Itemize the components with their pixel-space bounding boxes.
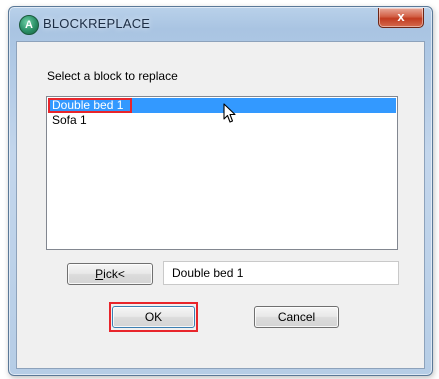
block-listbox[interactable]: Double bed 1 Sofa 1	[46, 96, 398, 250]
select-block-label: Select a block to replace	[47, 69, 178, 83]
list-item-sofa-1[interactable]: Sofa 1	[48, 113, 396, 128]
close-icon: x	[397, 9, 405, 24]
list-item-double-bed-1[interactable]: Double bed 1	[48, 98, 396, 113]
autocad-logo-icon: A	[19, 15, 39, 35]
pick-label-rest: ick<	[103, 267, 125, 281]
title-bar[interactable]: A BLOCKREPLACE x	[9, 7, 432, 41]
mouse-pointer-icon	[223, 103, 236, 123]
ok-button[interactable]: OK	[112, 306, 195, 328]
window-title: BLOCKREPLACE	[43, 16, 151, 31]
cancel-button[interactable]: Cancel	[254, 306, 339, 328]
blockreplace-dialog: A BLOCKREPLACE x Select a block to repla…	[8, 6, 433, 376]
pick-mnemonic: P	[95, 267, 104, 281]
dialog-content: Select a block to replace Double bed 1 S…	[16, 41, 425, 369]
close-button[interactable]: x	[378, 8, 424, 28]
pick-button[interactable]: Pick<	[67, 263, 153, 285]
selected-block-name-field[interactable]: Double bed 1	[163, 261, 399, 285]
